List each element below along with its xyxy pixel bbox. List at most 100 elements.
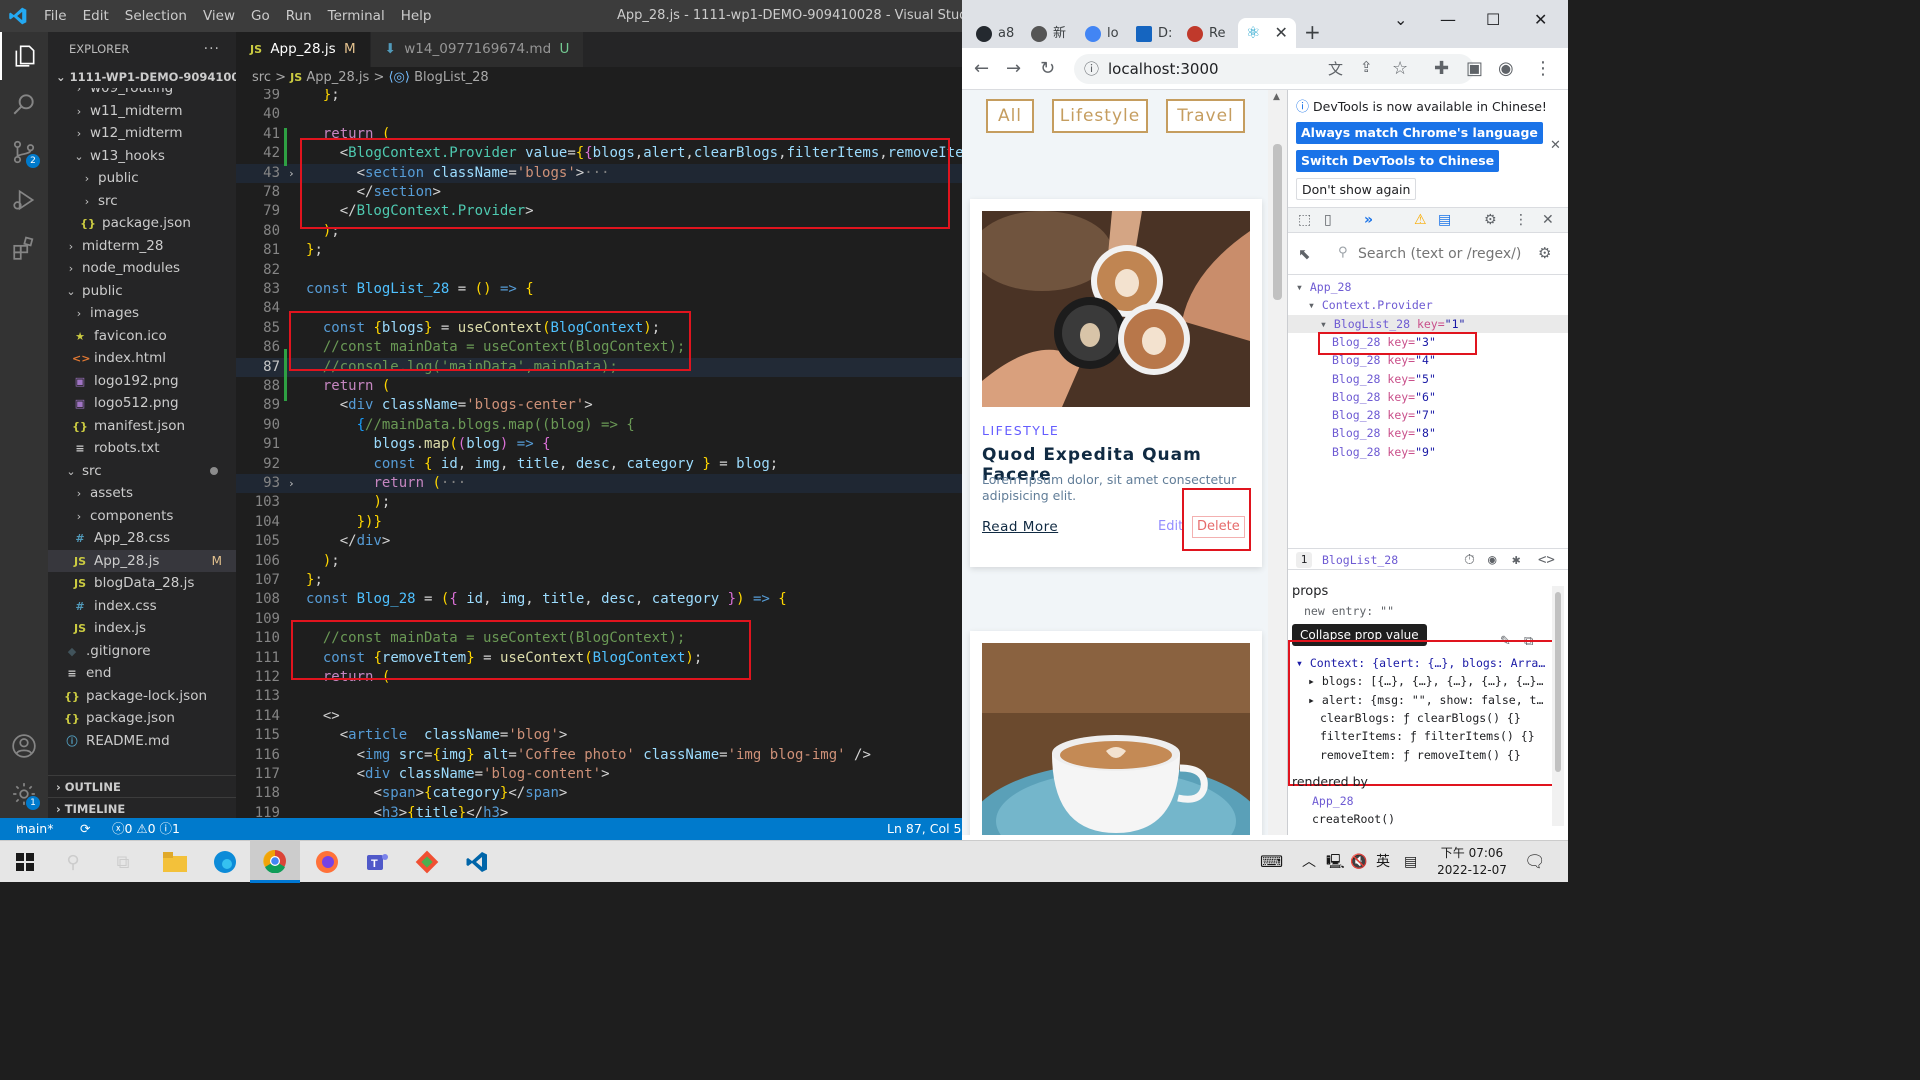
inspect-element-icon[interactable]: ⬚ xyxy=(1298,212,1311,228)
clock[interactable]: 下午 07:06 2022-12-07 xyxy=(1436,845,1508,879)
firefox-icon[interactable] xyxy=(302,841,352,883)
device-toolbar-icon[interactable]: ▯ xyxy=(1324,212,1332,228)
browser-tab-2[interactable]: 新 xyxy=(1031,20,1066,48)
code-line[interactable]: 104 })} xyxy=(236,513,962,532)
file-explorer-icon[interactable] xyxy=(150,841,200,883)
tab-search-icon[interactable]: ⌄ xyxy=(1394,10,1407,29)
address-bar[interactable]: ⓘ localhost:3000 xyxy=(1074,54,1474,84)
tree-item[interactable]: › components xyxy=(48,505,236,527)
share-icon[interactable]: ⇪ xyxy=(1360,58,1373,76)
messages-icon[interactable]: ▤ xyxy=(1438,212,1451,228)
breadcrumb-symbol[interactable]: BlogList_28 xyxy=(414,70,489,85)
maximize-icon[interactable]: ☐ xyxy=(1486,10,1500,29)
code-line[interactable]: 119 <h3>{title}</h3> xyxy=(236,804,962,818)
devtools-scrollbar[interactable] xyxy=(1552,586,1564,826)
sync-icon[interactable]: ⟳ xyxy=(80,818,90,840)
menu-file[interactable]: File xyxy=(36,0,75,32)
edit-button[interactable]: Edit xyxy=(1158,519,1183,534)
page-scrollbar[interactable]: ▲ xyxy=(1268,90,1287,835)
rendered-by-app[interactable]: App_28 xyxy=(1312,792,1568,810)
view-source-icon[interactable]: <> xyxy=(1538,549,1555,571)
component-tree-row[interactable]: ▾ Context.Provider xyxy=(1288,296,1568,314)
tree-item[interactable]: JS App_28.js M xyxy=(48,549,236,572)
devtools-menu-icon[interactable]: ⋮ xyxy=(1514,212,1528,228)
source-control-icon[interactable]: 2 xyxy=(0,128,48,176)
git-client-icon[interactable] xyxy=(402,841,452,883)
problems-indicator[interactable]: ⓧ0 ⚠0 ⓘ1 xyxy=(112,818,180,840)
vscode-taskbar-icon[interactable] xyxy=(452,841,502,883)
browser-tab-github[interactable]: a8 xyxy=(976,20,1014,48)
tree-item[interactable]: # App_28.css xyxy=(48,527,236,549)
site-info-icon[interactable]: ⓘ xyxy=(1084,54,1099,84)
tree-item[interactable]: <> index.html xyxy=(48,347,236,369)
sidepanel-icon[interactable]: ▣ xyxy=(1466,58,1483,79)
tree-item[interactable]: ◆ .gitignore xyxy=(48,640,236,662)
expand-arrow-icon[interactable]: ▾ xyxy=(1296,280,1310,294)
search-icon[interactable] xyxy=(0,80,48,128)
code-line[interactable]: 82 xyxy=(236,261,962,280)
code-line[interactable]: 83 const BlogList_28 = () => { xyxy=(236,280,962,299)
back-icon[interactable]: ← xyxy=(974,58,989,79)
match-language-button[interactable]: Always match Chrome's language xyxy=(1296,122,1543,144)
code-line[interactable]: 112 return ( xyxy=(236,668,962,687)
code-line[interactable]: 80 ); xyxy=(236,222,962,241)
close-notice-icon[interactable]: ✕ xyxy=(1550,138,1561,153)
tree-item[interactable]: {} manifest.json xyxy=(48,415,236,437)
keyboard-icon[interactable]: ⌨ xyxy=(1260,841,1283,883)
context-prop-row[interactable]: removeItem: ƒ removeItem() {} xyxy=(1288,746,1568,764)
explorer-icon[interactable] xyxy=(0,32,48,80)
component-tree-row[interactable]: Blog_28 key="3" xyxy=(1288,333,1568,351)
tree-item[interactable]: ⌄ src xyxy=(48,460,236,482)
code-line[interactable]: 43 › <section className='blogs'>··· xyxy=(236,163,962,183)
tree-item[interactable]: {} package.json xyxy=(48,707,236,729)
tree-item[interactable]: › w12_midterm xyxy=(48,122,236,144)
code-line[interactable]: 91 blogs.map((blog) => { xyxy=(236,435,962,454)
new-entry-field[interactable]: new entry: "" xyxy=(1304,602,1568,620)
tree-item[interactable]: ⓘ README.md xyxy=(48,730,236,752)
code-line[interactable]: 84 xyxy=(236,299,962,318)
code-line[interactable]: 107}; xyxy=(236,571,962,590)
tree-item[interactable]: {} package-lock.json xyxy=(48,685,236,707)
dont-show-button[interactable]: Don't show again xyxy=(1296,178,1417,200)
code-line[interactable]: 114 <> xyxy=(236,707,962,726)
breadcrumb-src[interactable]: src xyxy=(252,70,271,85)
tray-chevron-icon[interactable]: ︿ xyxy=(1302,841,1316,883)
teams-icon[interactable]: T xyxy=(352,841,402,883)
extensions-puzzle-icon[interactable]: ✚ xyxy=(1434,58,1449,79)
task-view-icon[interactable]: ⧉ xyxy=(98,841,148,883)
volume-muted-icon[interactable]: 🔇 xyxy=(1350,841,1367,883)
code-line[interactable]: 116 <img src={img} alt='Coffee photo' cl… xyxy=(236,746,962,765)
run-debug-icon[interactable] xyxy=(0,176,48,224)
tree-item[interactable]: › midterm_28 xyxy=(48,235,236,257)
cursor-position[interactable]: Ln 87, Col 5 xyxy=(887,818,962,840)
switch-chinese-button[interactable]: Switch DevTools to Chinese xyxy=(1296,150,1500,172)
timeline-section[interactable]: › TIMELINE xyxy=(48,797,236,818)
expand-arrow-icon[interactable]: ▾ xyxy=(1320,317,1334,331)
tree-item[interactable]: › w09_routing xyxy=(48,88,236,99)
menu-terminal[interactable]: Terminal xyxy=(320,0,393,32)
browser-tab-3[interactable]: lo xyxy=(1085,20,1119,48)
code-line[interactable]: 115 <article className='blog'> xyxy=(236,726,962,745)
context-prop-row[interactable]: clearBlogs: ƒ clearBlogs() {} xyxy=(1288,709,1568,727)
filter-travel-button[interactable]: Travel xyxy=(1166,99,1245,133)
more-actions-icon[interactable]: ··· xyxy=(204,32,220,66)
notification-icon[interactable]: 🗨 xyxy=(1524,841,1546,883)
profile-avatar-icon[interactable]: ◉ xyxy=(1498,58,1514,79)
menu-go[interactable]: Go xyxy=(243,0,278,32)
taskbar-search-icon[interactable]: ⚲ xyxy=(48,841,98,883)
code-line[interactable]: 81}; xyxy=(236,241,962,260)
timer-icon[interactable]: ⏱ xyxy=(1464,549,1475,571)
code-line[interactable]: 41 return ( xyxy=(236,125,962,144)
bug-icon[interactable]: ✱ xyxy=(1512,549,1520,571)
browser-tab-5[interactable]: Re xyxy=(1187,20,1225,48)
close-window-icon[interactable]: ✕ xyxy=(1534,10,1547,29)
breadcrumb-file[interactable]: App_28.js xyxy=(306,70,369,85)
code-line[interactable]: 103 ); xyxy=(236,493,962,512)
code-line[interactable]: 117 <div className='blog-content'> xyxy=(236,765,962,784)
menu-view[interactable]: View xyxy=(195,0,243,32)
code-line[interactable]: 42 <BlogContext.Provider value={{blogs,a… xyxy=(236,144,962,163)
devtools-scroll-thumb[interactable] xyxy=(1555,592,1561,772)
component-search-input[interactable] xyxy=(1358,243,1528,265)
code-line[interactable]: 89 <div className='blogs-center'> xyxy=(236,396,962,415)
code-line[interactable]: 105 </div> xyxy=(236,532,962,551)
